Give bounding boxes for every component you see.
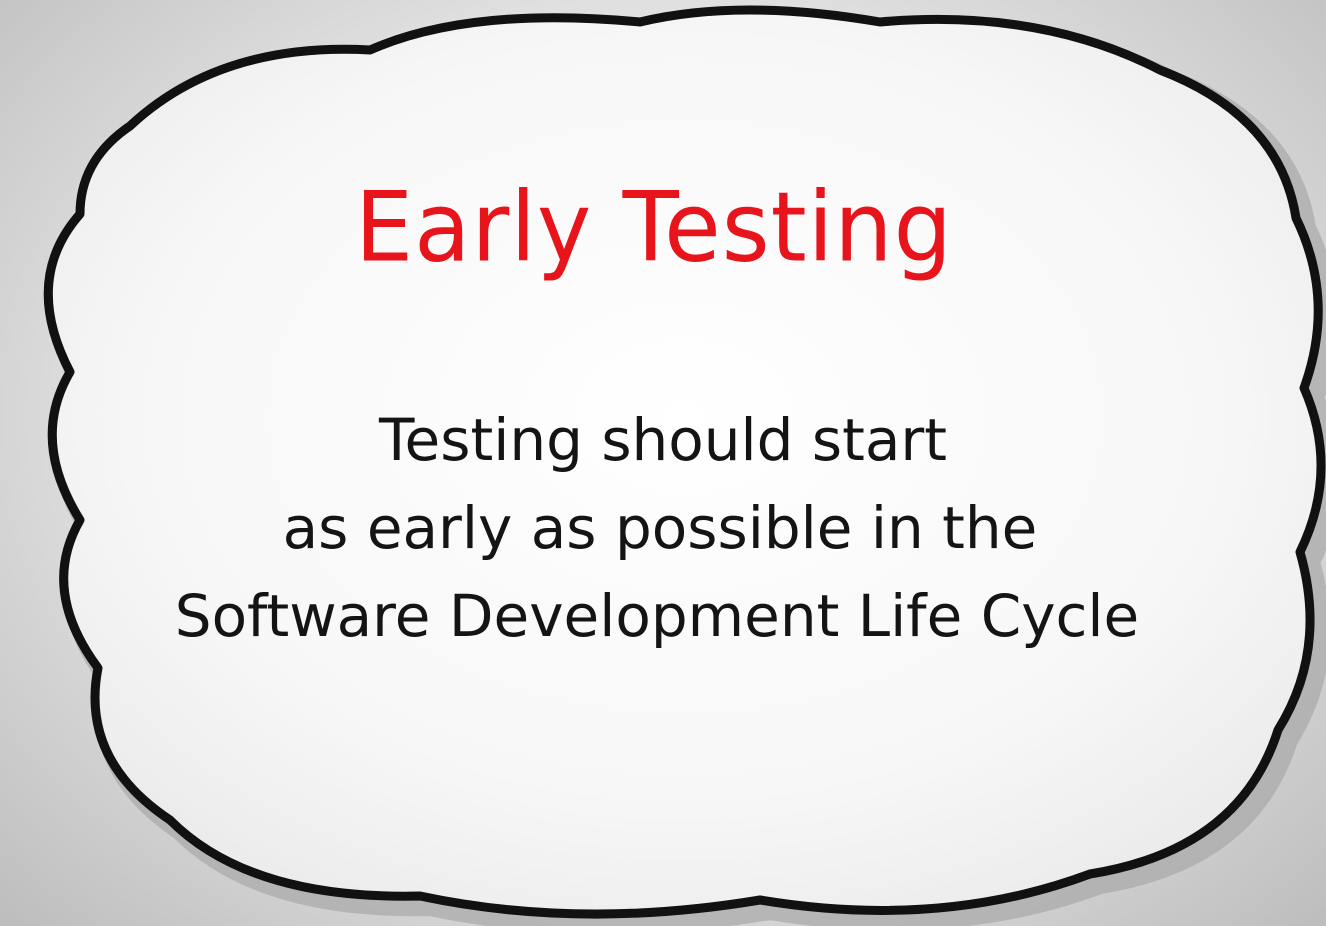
body-line-2: as early as possible in the — [282, 494, 1038, 562]
slide-body: Testing should start as early as possibl… — [0, 396, 1326, 660]
body-line-3: Software Development Life Cycle — [174, 582, 1140, 650]
slide-title: Early Testing — [354, 171, 954, 284]
body-line-1: Testing should start — [378, 406, 948, 474]
